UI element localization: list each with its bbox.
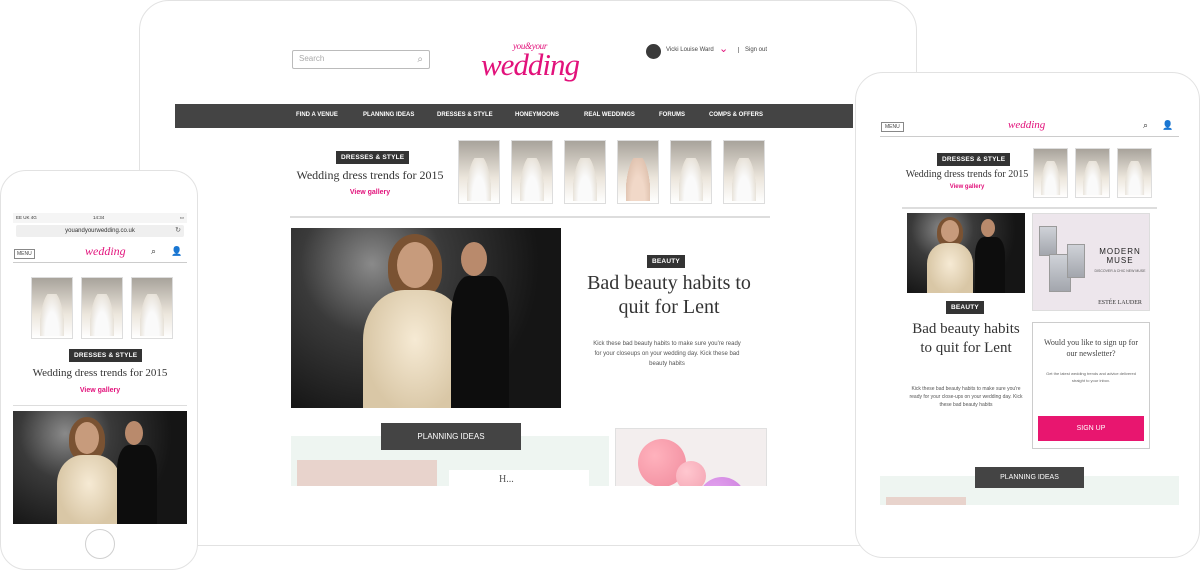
gallery-title[interactable]: Wedding dress trends for 2015	[13, 367, 187, 379]
gallery-thumbnail[interactable]	[31, 277, 73, 339]
planning-thumbnail[interactable]	[886, 497, 966, 505]
planning-teaser[interactable]: H...	[449, 470, 589, 486]
advert-image[interactable]	[615, 428, 767, 486]
planning-ideas-header[interactable]: PLANNING IDEAS	[975, 467, 1084, 488]
reload-icon[interactable]: ↻	[175, 225, 181, 237]
url-text: youandyourwedding.co.uk	[65, 228, 135, 234]
planning-thumbnail[interactable]	[297, 460, 437, 486]
home-button[interactable]	[85, 529, 115, 559]
gallery-title[interactable]: Wedding dress trends for 2015	[290, 168, 450, 183]
divider	[880, 136, 1179, 137]
planning-ideas-header[interactable]: PLANNING IDEAS	[381, 423, 521, 450]
newsletter-box: Would you like to sign up for our newsle…	[1032, 322, 1150, 449]
feature-photo[interactable]	[13, 411, 187, 524]
view-gallery-link[interactable]: View gallery	[902, 184, 1032, 190]
status-bar: EE UK 4G 14:34 ▭	[13, 213, 187, 223]
chevron-down-icon[interactable]: ⌄	[719, 42, 728, 55]
gallery-thumbnail[interactable]	[511, 140, 553, 204]
feature-summary: Kick these bad beauty habits to make sur…	[593, 341, 741, 367]
menu-button[interactable]: MENU	[881, 122, 904, 132]
phone-screen: EE UK 4G 14:34 ▭ youandyourwedding.co.uk…	[13, 213, 187, 524]
nav-item-honeymoons[interactable]: HONEYMOONS	[515, 112, 559, 118]
search-input[interactable]: Search ⌕	[292, 50, 430, 69]
gallery-thumbnail[interactable]	[1075, 148, 1110, 198]
nav-item-planning-ideas[interactable]: PLANNING IDEAS	[363, 112, 414, 118]
site-logo[interactable]: wedding	[1008, 119, 1045, 131]
sign-up-button[interactable]: SIGN UP	[1038, 416, 1144, 441]
nav-item-dresses-style[interactable]: DRESSES & STYLE	[437, 112, 493, 118]
site-logo[interactable]: wedding	[85, 244, 126, 259]
main-nav: FIND A VENUE PLANNING IDEAS DRESSES & ST…	[175, 104, 853, 128]
iphone-device: EE UK 4G 14:34 ▭ youandyourwedding.co.uk…	[0, 170, 198, 570]
beauty-tag[interactable]: BEAUTY	[946, 301, 984, 314]
sign-out-link[interactable]: Sign out	[738, 47, 767, 53]
divider	[13, 262, 187, 263]
ipad-landscape-device: Search ⌕ you&your wedding Vicki Louise W…	[139, 0, 917, 546]
search-icon[interactable]: ⌕	[417, 54, 423, 65]
view-gallery-link[interactable]: View gallery	[290, 189, 450, 196]
tablet-screen: MENU wedding ⌕ 👤 DRESSES & STYLE Wedding…	[880, 116, 1179, 505]
nav-item-find-a-venue[interactable]: FIND A VENUE	[296, 112, 338, 118]
search-icon[interactable]: ⌕	[151, 246, 156, 257]
category-tag[interactable]: DRESSES & STYLE	[336, 151, 410, 164]
carrier-label: EE UK 4G	[16, 215, 37, 220]
nav-item-comps-offers[interactable]: COMPS & OFFERS	[709, 112, 763, 118]
feature-headline[interactable]: Bad beauty habits to quit for Lent	[907, 320, 1025, 358]
gallery-thumbnail[interactable]	[131, 277, 173, 339]
newsletter-description: Get the latest wedding trends and advice…	[1046, 371, 1136, 383]
gallery-thumbnail[interactable]	[81, 277, 123, 339]
divider	[290, 216, 770, 218]
gallery-thumbnail[interactable]	[723, 140, 765, 204]
beauty-tag[interactable]: BEAUTY	[647, 255, 685, 268]
battery-icon: ▭	[179, 215, 184, 220]
gallery-title[interactable]: Wedding dress trends for 2015	[902, 169, 1032, 180]
nav-item-real-weddings[interactable]: REAL WEDDINGS	[584, 112, 635, 118]
gallery-thumbnail[interactable]	[1033, 148, 1068, 198]
advert-title: MODERN MUSE	[1099, 247, 1141, 265]
divider	[13, 405, 187, 406]
category-tag[interactable]: DRESSES & STYLE	[937, 153, 1011, 166]
menu-button[interactable]: MENU	[14, 249, 35, 259]
feature-headline[interactable]: Bad beauty habits to quit for Lent	[579, 271, 759, 319]
gallery-thumbnail[interactable]	[564, 140, 606, 204]
nav-item-forums[interactable]: FORUMS	[659, 112, 685, 118]
user-name[interactable]: Vicki Louise Ward	[666, 47, 714, 53]
advert-brand: ESTÉE LAUDER	[1098, 300, 1142, 306]
clock: 14:34	[93, 215, 105, 220]
divider	[902, 207, 1157, 209]
search-icon[interactable]: ⌕	[1143, 120, 1148, 131]
gallery-thumbnail[interactable]	[617, 140, 659, 204]
site-logo[interactable]: you&your wedding	[470, 41, 590, 80]
address-bar[interactable]: youandyourwedding.co.uk ↻	[16, 225, 184, 237]
gallery-thumbnail[interactable]	[458, 140, 500, 204]
newsletter-title: Would you like to sign up for our newsle…	[1043, 338, 1138, 358]
advert-image[interactable]: MODERN MUSE DISCOVER A CHIC NEW MUSE EST…	[1032, 213, 1150, 311]
feature-photo[interactable]	[907, 213, 1025, 293]
ipad-portrait-device: MENU wedding ⌕ 👤 DRESSES & STYLE Wedding…	[855, 72, 1200, 558]
feature-summary: Kick these bad beauty habits to make sur…	[909, 386, 1023, 408]
feature-photo[interactable]	[291, 228, 561, 408]
desktop-screen: Search ⌕ you&your wedding Vicki Louise W…	[174, 39, 886, 486]
view-gallery-link[interactable]: View gallery	[13, 387, 187, 394]
user-icon[interactable]: 👤	[1162, 120, 1173, 131]
avatar[interactable]	[646, 44, 661, 59]
advert-subtitle: DISCOVER A CHIC NEW MUSE	[1094, 269, 1146, 273]
gallery-thumbnail[interactable]	[1117, 148, 1152, 198]
gallery-thumbnail[interactable]	[670, 140, 712, 204]
category-tag[interactable]: DRESSES & STYLE	[69, 349, 143, 362]
user-icon[interactable]: 👤	[171, 246, 182, 257]
